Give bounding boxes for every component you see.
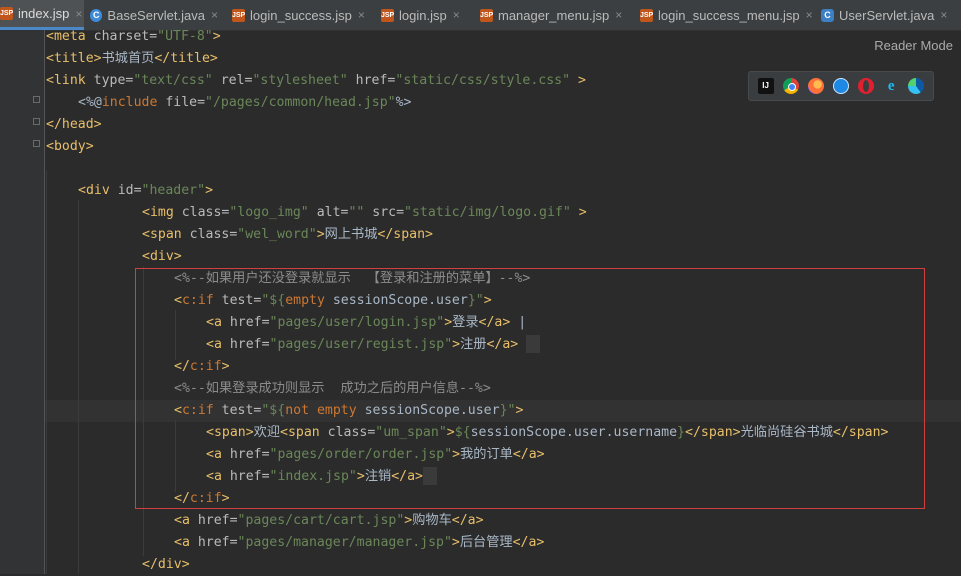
code-line: <a href="pages/manager/manager.jsp">后台管理… <box>174 535 545 550</box>
code-line: <a href="pages/cart/cart.jsp">购物车</a> <box>174 513 484 528</box>
code-line: <body> <box>46 139 94 154</box>
ie-icon[interactable]: e <box>883 78 899 94</box>
close-icon[interactable]: × <box>75 7 82 21</box>
code-line: <meta charset="UTF-8"> <box>46 29 221 44</box>
close-icon[interactable]: × <box>453 8 460 22</box>
code-line: <span class="wel_word">网上书城</span> <box>142 227 433 242</box>
red-annotation-box <box>135 268 925 509</box>
close-icon[interactable]: × <box>615 8 622 22</box>
fold-marker-icon[interactable] <box>33 96 40 103</box>
edge-icon[interactable] <box>908 78 925 94</box>
servlet-class-icon: C <box>821 8 834 22</box>
close-icon[interactable]: × <box>806 8 813 22</box>
opera-icon[interactable] <box>858 78 875 94</box>
browser-preview-toolbar: IJ e <box>748 71 934 101</box>
code-line: <div id="header"> <box>78 183 214 198</box>
code-line: <div> <box>142 249 182 264</box>
line-gutter <box>0 30 45 574</box>
firefox-icon[interactable] <box>807 78 824 94</box>
close-icon[interactable]: × <box>211 8 218 22</box>
code-line: <%@include file="/pages/common/head.jsp"… <box>78 95 412 110</box>
fold-marker-icon[interactable] <box>33 140 40 147</box>
tab-login-jsp[interactable]: JSP login.jsp × <box>375 0 474 30</box>
jsp-file-icon: JSP <box>232 8 245 22</box>
tab-label: manager_menu.jsp <box>498 7 610 23</box>
safari-icon[interactable] <box>832 78 849 94</box>
indent-guide <box>78 200 79 574</box>
fold-marker-icon[interactable] <box>33 118 40 125</box>
chrome-icon[interactable] <box>782 78 799 94</box>
tab-label: BaseServlet.java <box>107 7 205 23</box>
tab-label: login_success.jsp <box>250 7 352 23</box>
jsp-file-icon: JSP <box>381 8 394 22</box>
code-line: </head> <box>46 117 102 132</box>
close-icon[interactable]: × <box>940 8 947 22</box>
tab-label: index.jsp <box>18 6 70 21</box>
code-line: <link type="text/css" rel="stylesheet" h… <box>46 73 586 88</box>
indent-guide <box>46 170 47 574</box>
code-line: </div> <box>142 557 190 572</box>
tab-label: login.jsp <box>399 7 447 23</box>
jsp-file-icon: JSP <box>640 8 653 22</box>
code-line: <img class="logo_img" alt="" src="static… <box>142 205 587 220</box>
close-icon[interactable]: × <box>358 8 365 22</box>
tab-login-success-jsp[interactable]: JSP login_success.jsp × <box>226 0 375 30</box>
tab-manager-menu-jsp[interactable]: JSP manager_menu.jsp × <box>474 0 634 30</box>
class-file-icon: C <box>90 8 103 22</box>
code-line: <title>书城首页</title> <box>46 51 218 66</box>
jsp-file-icon: JSP <box>480 8 493 22</box>
intellij-icon[interactable]: IJ <box>757 78 774 94</box>
tab-login-success-menu-jsp[interactable]: JSP login_success_menu.jsp × <box>634 0 815 30</box>
tab-label: login_success_menu.jsp <box>658 7 800 23</box>
tab-userservlet-java[interactable]: C UserServlet.java × <box>815 0 961 30</box>
tab-label: UserServlet.java <box>839 7 935 23</box>
jsp-file-icon: JSP <box>0 7 13 20</box>
reader-mode-link[interactable]: Reader Mode <box>874 38 953 53</box>
